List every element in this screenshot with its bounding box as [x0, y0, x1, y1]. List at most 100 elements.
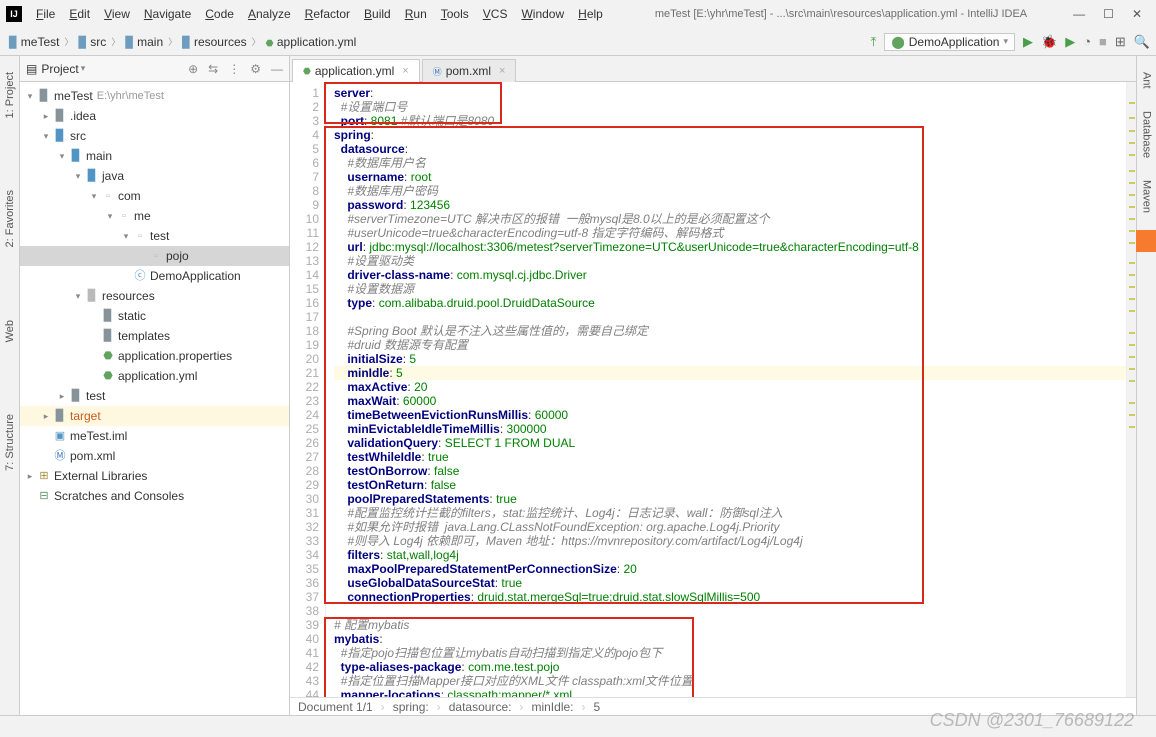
project-tree[interactable]: ▾▉meTestE:\yhr\meTest▸▉.idea▾▉src▾▉main ▾… [20, 82, 289, 715]
select-opened-icon[interactable]: ⊕ [188, 62, 198, 76]
side-tab-structure[interactable]: 7: Structure [2, 408, 18, 477]
tree-item[interactable]: ▾▉meTestE:\yhr\meTest [20, 86, 289, 106]
code-line[interactable]: mybatis: [334, 632, 1126, 646]
menu-tools[interactable]: Tools [435, 5, 475, 23]
code-line[interactable]: #设置数据源 [334, 282, 1126, 296]
code-line[interactable]: initialSize: 5 [334, 352, 1126, 366]
side-tab-maven[interactable]: Maven [1139, 174, 1155, 219]
tree-item[interactable]: ▸▉target [20, 406, 289, 426]
code-line[interactable]: username: root [334, 170, 1126, 184]
expand-icon[interactable]: ⇆ [208, 62, 218, 76]
code-line[interactable]: type-aliases-package: com.me.test.pojo [334, 660, 1126, 674]
tree-item[interactable]: ▉static [20, 306, 289, 326]
code-line[interactable]: maxPoolPreparedStatementPerConnectionSiz… [334, 562, 1126, 576]
breadcrumb-item[interactable]: ⬣ application.yml [263, 34, 360, 50]
breadcrumb-item[interactable]: ▉ main [122, 34, 166, 50]
code-line[interactable] [334, 604, 1126, 618]
tree-item[interactable]: ▾▉resources [20, 286, 289, 306]
side-tab-project[interactable]: 1: Project [2, 66, 18, 124]
tree-item[interactable]: ▾▉src [20, 126, 289, 146]
profile-button[interactable]: ◔ [1083, 34, 1091, 49]
tree-item[interactable]: ▸⊞External Libraries [20, 466, 289, 486]
tree-item[interactable]: ▾▫com [20, 186, 289, 206]
stop-button[interactable]: ■ [1099, 34, 1107, 49]
menu-file[interactable]: File [30, 5, 61, 23]
nb-p2[interactable]: datasource: [449, 700, 512, 714]
code-line[interactable]: # 配置mybatis [334, 618, 1126, 632]
code-line[interactable]: driver-class-name: com.mysql.cj.jdbc.Dri… [334, 268, 1126, 282]
code-line[interactable]: spring: [334, 128, 1126, 142]
code-line[interactable]: server: [334, 86, 1126, 100]
side-tab-favorites[interactable]: 2: Favorites [2, 184, 18, 253]
project-dropdown-icon[interactable]: ▤ [26, 62, 37, 76]
tree-item[interactable]: ▉templates [20, 326, 289, 346]
code-line[interactable]: #指定位置扫描Mapper接口对应的XML文件 classpath:xml文件位… [334, 674, 1126, 688]
code-line[interactable]: #设置端口号 [334, 100, 1126, 114]
code-line[interactable]: port: 8081 #默认端口是8080 [334, 114, 1126, 128]
code-line[interactable]: useGlobalDataSourceStat: true [334, 576, 1126, 590]
build-icon[interactable]: ⤒ [871, 34, 877, 50]
code-line[interactable]: filters: stat,wall,log4j [334, 548, 1126, 562]
code-line[interactable]: #druid 数据源专有配置 [334, 338, 1126, 352]
nb-p3[interactable]: minIdle: [531, 700, 573, 714]
run-button[interactable]: ▶ [1023, 34, 1033, 50]
close-button[interactable]: ✕ [1132, 7, 1142, 21]
code-line[interactable]: #数据库用户名 [334, 156, 1126, 170]
code-line[interactable]: datasource: [334, 142, 1126, 156]
code-line[interactable]: #userUnicode=true&characterEncoding=utf-… [334, 226, 1126, 240]
menu-code[interactable]: Code [199, 5, 240, 23]
code-line[interactable]: #Spring Boot 默认是不注入这些属性值的，需要自己绑定 [334, 324, 1126, 338]
code-line[interactable]: #serverTimezone=UTC 解决市区的报错 一般mysql是8.0以… [334, 212, 1126, 226]
tree-item[interactable]: Ⓜpom.xml [20, 446, 289, 466]
menu-help[interactable]: Help [572, 5, 609, 23]
minimize-button[interactable]: — [1073, 7, 1085, 21]
tree-item[interactable]: ⊟Scratches and Consoles [20, 486, 289, 506]
collapse-icon[interactable]: ⋮ [228, 62, 240, 76]
side-tab-ant[interactable]: Ant [1139, 66, 1155, 95]
maximize-button[interactable]: ☐ [1103, 7, 1114, 21]
menu-build[interactable]: Build [358, 5, 397, 23]
code-area[interactable]: server: #设置端口号 port: 8081 #默认端口是8080spri… [326, 82, 1126, 697]
menu-analyze[interactable]: Analyze [242, 5, 297, 23]
nb-p4[interactable]: 5 [594, 700, 601, 714]
tree-item[interactable]: ⬣application.yml [20, 366, 289, 386]
code-line[interactable] [334, 310, 1126, 324]
search-icon[interactable]: 🔍 [1134, 34, 1150, 50]
editor-tab[interactable]: ⬣application.yml× [292, 59, 420, 82]
side-tab-database[interactable]: Database [1139, 105, 1155, 164]
menu-edit[interactable]: Edit [63, 5, 96, 23]
breadcrumb-item[interactable]: ▉ resources [179, 34, 250, 50]
menu-view[interactable]: View [98, 5, 136, 23]
editor[interactable]: 1234567891011121314151617181920212223242… [290, 82, 1136, 697]
tree-item[interactable]: ▾▉main [20, 146, 289, 166]
code-line[interactable]: validationQuery: SELECT 1 FROM DUAL [334, 436, 1126, 450]
code-line[interactable]: connectionProperties: druid.stat.mergeSq… [334, 590, 1126, 604]
menu-vcs[interactable]: VCS [477, 5, 514, 23]
settings-icon[interactable]: ⚙ [250, 62, 261, 76]
nb-p1[interactable]: spring: [393, 700, 429, 714]
code-line[interactable]: minIdle: 5 [334, 366, 1126, 380]
breadcrumb-item[interactable]: ▉ src [76, 34, 110, 50]
menu-window[interactable]: Window [515, 5, 570, 23]
tree-item[interactable]: ▾▫test [20, 226, 289, 246]
code-line[interactable]: maxActive: 20 [334, 380, 1126, 394]
tree-item[interactable]: ⓒDemoApplication [20, 266, 289, 286]
code-line[interactable]: #数据库用户密码 [334, 184, 1126, 198]
code-line[interactable]: #设置驱动类 [334, 254, 1126, 268]
tree-item[interactable]: ▸▉.idea [20, 106, 289, 126]
side-tab-web[interactable]: Web [2, 314, 18, 348]
close-tab-icon[interactable]: × [499, 65, 505, 77]
menu-run[interactable]: Run [399, 5, 433, 23]
tree-item[interactable]: ▸▉test [20, 386, 289, 406]
code-line[interactable]: testOnReturn: false [334, 478, 1126, 492]
hide-icon[interactable]: — [271, 62, 283, 76]
run-config-dropdown[interactable]: ⬤ DemoApplication ▾ [884, 33, 1015, 51]
code-line[interactable]: #如果允许时报错 java.Lang.CLassNotFoundExceptio… [334, 520, 1126, 534]
tree-item[interactable]: ▾▫me [20, 206, 289, 226]
code-line[interactable]: testOnBorrow: false [334, 464, 1126, 478]
tree-item[interactable]: ⬣application.properties [20, 346, 289, 366]
code-line[interactable]: #配置监控统计拦截的filters，stat:监控统计、Log4j：日志记录、w… [334, 506, 1126, 520]
code-line[interactable]: #则导入 Log4j 依赖即可，Maven 地址：https://mvnrepo… [334, 534, 1126, 548]
debug-button[interactable]: 🐞 [1041, 34, 1057, 50]
code-line[interactable]: poolPreparedStatements: true [334, 492, 1126, 506]
